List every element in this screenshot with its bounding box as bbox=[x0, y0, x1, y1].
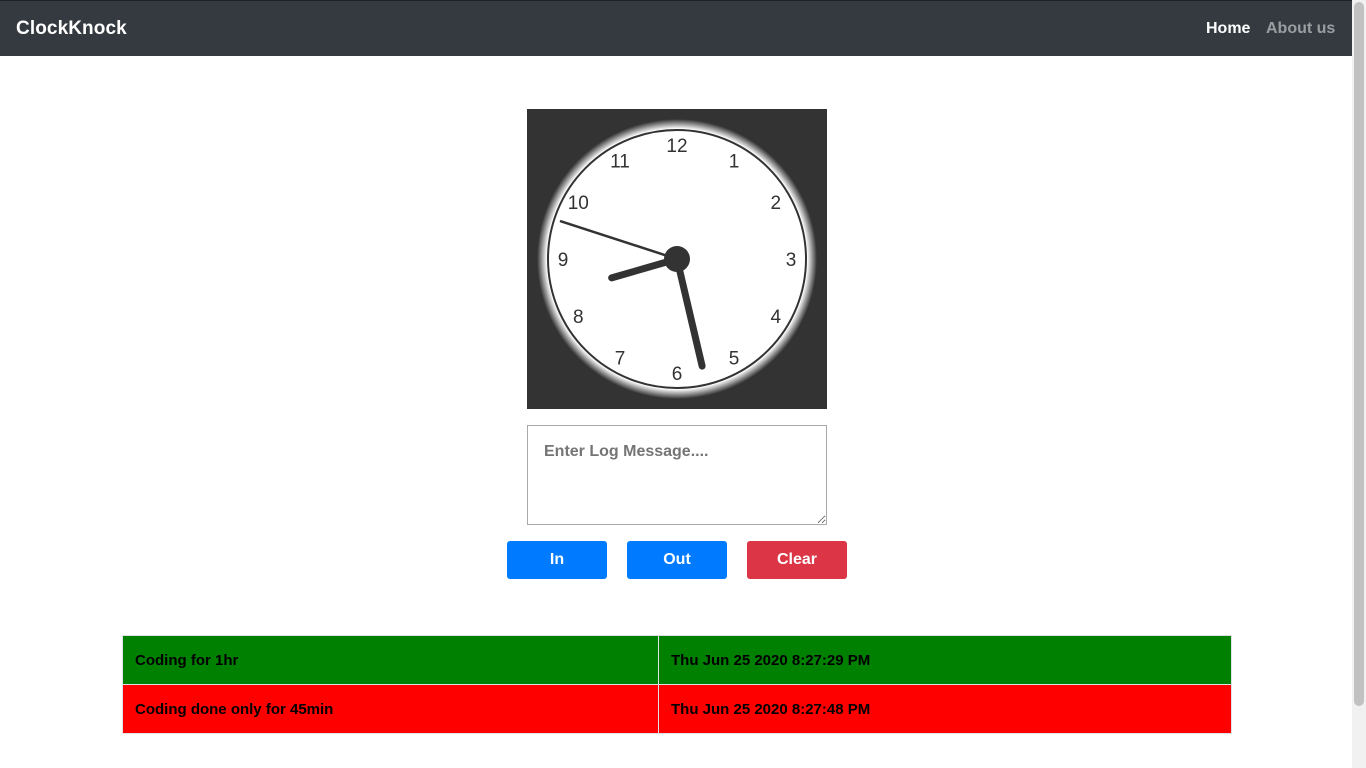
scrollbar-thumb[interactable] bbox=[1354, 2, 1364, 706]
log-message-input[interactable] bbox=[527, 425, 827, 525]
brand-logo[interactable]: ClockKnock bbox=[16, 18, 127, 40]
navbar: ClockKnock Home About us bbox=[0, 0, 1352, 56]
log-message-cell: Coding done only for 45min bbox=[122, 684, 659, 734]
log-table: Coding for 1hr Thu Jun 25 2020 8:27:29 P… bbox=[122, 635, 1232, 734]
clock-number: 11 bbox=[610, 151, 630, 172]
clock-number: 8 bbox=[573, 307, 584, 328]
log-timestamp-cell: Thu Jun 25 2020 8:27:29 PM bbox=[658, 635, 1232, 685]
vertical-scrollbar[interactable] bbox=[1352, 0, 1366, 768]
clear-button[interactable]: Clear bbox=[747, 541, 847, 579]
clock-out-button[interactable]: Out bbox=[627, 541, 727, 579]
analog-clock: 12 1 2 3 4 5 6 7 8 9 10 11 bbox=[527, 109, 827, 409]
clock-number: 9 bbox=[558, 250, 569, 271]
nav-about-link[interactable]: About us bbox=[1266, 20, 1335, 38]
clock-number: 10 bbox=[568, 193, 589, 214]
clock-number: 3 bbox=[786, 250, 797, 271]
log-message-cell: Coding for 1hr bbox=[122, 635, 659, 685]
clock-number: 2 bbox=[770, 193, 781, 214]
clock-center-pin bbox=[664, 246, 690, 272]
clock-number: 1 bbox=[729, 151, 740, 172]
clock-number: 6 bbox=[672, 364, 683, 385]
clock-number: 12 bbox=[666, 136, 687, 157]
log-row: Coding done only for 45min Thu Jun 25 20… bbox=[122, 684, 1232, 734]
log-timestamp-cell: Thu Jun 25 2020 8:27:48 PM bbox=[658, 684, 1232, 734]
nav-home-link[interactable]: Home bbox=[1206, 20, 1250, 38]
log-row: Coding for 1hr Thu Jun 25 2020 8:27:29 P… bbox=[122, 635, 1232, 685]
clock-number: 4 bbox=[770, 307, 781, 328]
clock-canvas: 121234567891011 bbox=[537, 119, 817, 399]
clock-in-button[interactable]: In bbox=[507, 541, 607, 579]
clock-number: 7 bbox=[615, 349, 626, 370]
clock-number: 5 bbox=[729, 349, 740, 370]
